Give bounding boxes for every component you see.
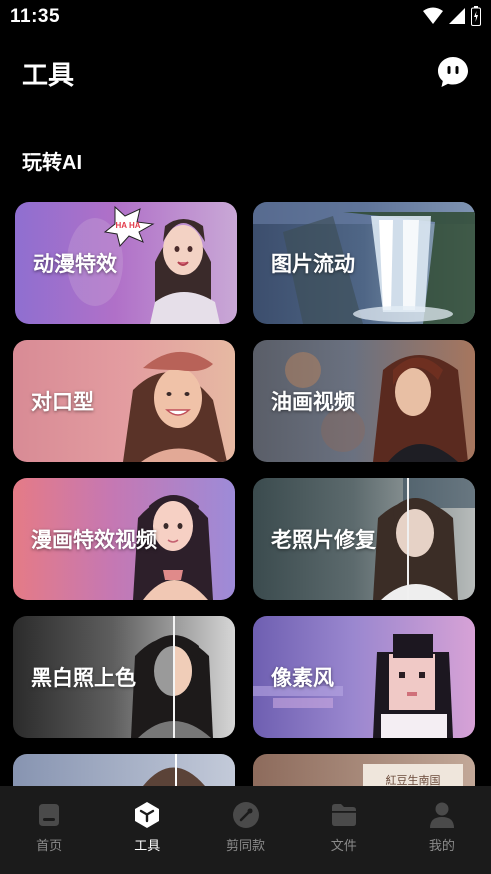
status-bar: 11:35 <box>0 0 491 34</box>
tool-card-comic-video[interactable]: 漫画特效视频 <box>13 478 235 600</box>
folder-icon <box>331 804 356 826</box>
tool-card-old-photo-restore[interactable]: 老照片修复 <box>253 478 475 600</box>
tool-card-label: 像素风 <box>271 667 334 690</box>
tab-profile[interactable]: 我的 <box>393 786 491 874</box>
tool-cube-icon <box>135 802 160 828</box>
tool-card-pixel-style[interactable]: 像素风 <box>253 616 475 738</box>
sticker-text: HA HA <box>115 221 140 230</box>
tool-card-label: 对口型 <box>31 391 94 414</box>
signal-icon <box>449 8 465 24</box>
wifi-icon <box>423 7 443 24</box>
tab-tools[interactable]: 工具 <box>98 786 196 874</box>
tool-card-lip-sync[interactable]: 对口型 <box>13 340 235 462</box>
tool-card-oil-painting-video[interactable]: 油画视频 <box>253 340 475 462</box>
partial-card-text: 紅豆生南国 <box>386 773 441 786</box>
tool-card-colorize-bw[interactable]: 黑白照上色 <box>13 616 235 738</box>
tab-home[interactable]: 首页 <box>0 786 98 874</box>
home-icon <box>39 804 60 826</box>
tool-card-label: 图片流动 <box>271 253 355 276</box>
status-time: 11:35 <box>10 6 61 27</box>
tool-card-label: 老照片修复 <box>271 529 376 552</box>
tab-cut-template[interactable]: 剪同款 <box>196 786 294 874</box>
bottom-tab-bar: 首页 工具 剪同款 文件 我的 <box>0 786 491 874</box>
tab-label: 工具 <box>134 838 161 853</box>
profile-icon <box>429 802 454 828</box>
tool-card-anime-effect[interactable]: HA HA 动漫特效 <box>15 202 237 324</box>
page-title: 工具 <box>22 60 75 90</box>
partial-calligraphy-image: 紅豆生南国 <box>363 764 463 786</box>
tab-label: 我的 <box>428 838 455 853</box>
tool-card-partial-left[interactable] <box>13 754 235 786</box>
cut-template-icon <box>232 802 259 828</box>
tool-card-label: 油画视频 <box>271 391 355 414</box>
tab-label: 文件 <box>330 838 357 853</box>
tool-card-label: 黑白照上色 <box>31 667 136 690</box>
tab-files[interactable]: 文件 <box>295 786 393 874</box>
chat-bubble-icon[interactable] <box>437 56 469 88</box>
tab-label: 剪同款 <box>226 838 266 853</box>
partial-portrait-image <box>143 754 205 786</box>
battery-icon <box>471 6 481 26</box>
section-title: 玩转AI <box>22 152 82 174</box>
tool-card-label: 动漫特效 <box>33 253 117 276</box>
tool-card-label: 漫画特效视频 <box>31 529 157 552</box>
tool-card-partial-right[interactable]: 紅豆生南国 <box>253 754 475 786</box>
tab-label: 首页 <box>36 838 63 853</box>
status-icons <box>423 6 481 26</box>
tool-card-image-flow[interactable]: 图片流动 <box>253 202 475 324</box>
